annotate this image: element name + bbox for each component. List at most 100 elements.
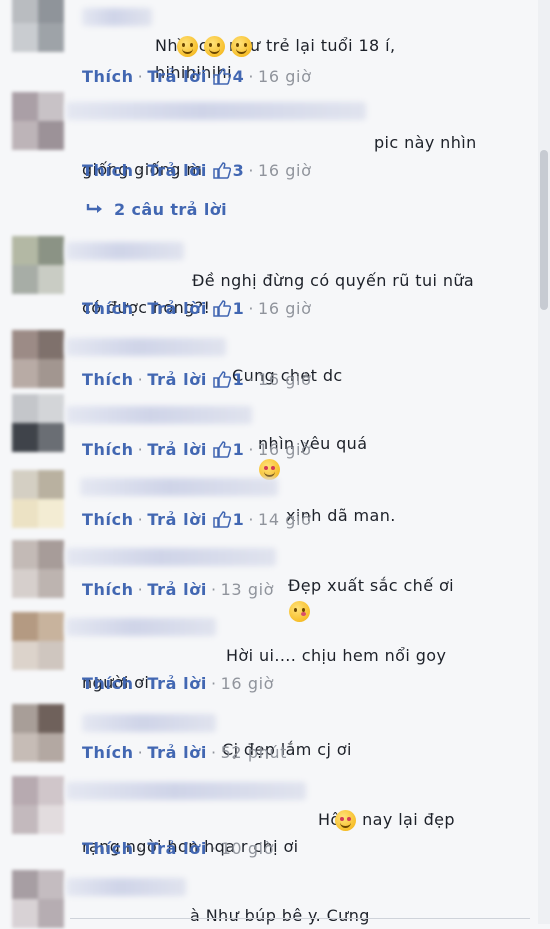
reply-link[interactable]: Trả lời: [147, 580, 207, 599]
view-replies-link[interactable]: 2 câu trả lời: [86, 200, 227, 219]
comment-actions: Thích · Trả lời 1 · 16 giờ: [82, 369, 311, 391]
comment-actions: Thích · Trả lời · 16 giờ: [82, 673, 274, 695]
reply-link[interactable]: Trả lời: [147, 510, 207, 529]
separator: ·: [248, 299, 255, 318]
replies-count[interactable]: 2 câu trả lời: [114, 200, 227, 219]
timestamp[interactable]: 10 giờ: [221, 839, 274, 858]
like-link[interactable]: Thích: [82, 839, 134, 858]
like-count[interactable]: 3: [233, 161, 245, 180]
smile-emoji-icon: [204, 36, 226, 57]
separator: ·: [137, 743, 144, 762]
emoji-group: [176, 36, 253, 57]
like-link[interactable]: Thích: [82, 743, 134, 762]
scrollbar-thumb[interactable]: [540, 150, 548, 310]
avatar[interactable]: [12, 330, 64, 388]
comment-actions: Thích · Trả lời 1 · 16 giờ: [82, 298, 311, 320]
avatar[interactable]: [12, 776, 64, 834]
timestamp[interactable]: 16 giờ: [221, 674, 274, 693]
timestamp[interactable]: 16 giờ: [258, 370, 311, 389]
thumbs-up-icon[interactable]: [212, 300, 231, 317]
author-name[interactable]: [66, 878, 186, 896]
like-count[interactable]: 1: [233, 510, 245, 529]
timestamp[interactable]: 14 giờ: [258, 510, 311, 529]
avatar[interactable]: [12, 92, 64, 150]
thumbs-up-icon[interactable]: [212, 68, 231, 85]
like-count[interactable]: 1: [233, 299, 245, 318]
comment-text: à Như búp bê y. Cưng: [190, 875, 550, 929]
smile-emoji-icon: [231, 36, 253, 57]
timestamp[interactable]: 13 giờ: [221, 580, 274, 599]
timestamp[interactable]: 52 phút: [221, 743, 287, 762]
reply-link[interactable]: Trả lời: [147, 743, 207, 762]
author-name[interactable]: [80, 478, 278, 496]
reply-link[interactable]: Trả lời: [147, 674, 207, 693]
timestamp[interactable]: 16 giờ: [258, 67, 311, 86]
author-name[interactable]: [82, 714, 216, 732]
like-count[interactable]: 4: [233, 67, 245, 86]
separator: ·: [137, 370, 144, 389]
separator: ·: [248, 370, 255, 389]
comment-text-content: à Như búp bê y. Cưng: [190, 906, 370, 925]
separator: ·: [248, 510, 255, 529]
timestamp[interactable]: 16 giờ: [258, 161, 311, 180]
thumbs-up-icon[interactable]: [212, 162, 231, 179]
avatar[interactable]: [12, 394, 64, 452]
reply-link[interactable]: Trả lời: [147, 370, 207, 389]
separator: ·: [248, 440, 255, 459]
separator: ·: [248, 161, 255, 180]
reply-link[interactable]: Trả lời: [147, 440, 207, 459]
like-count[interactable]: 1: [233, 370, 245, 389]
separator: ·: [137, 299, 144, 318]
avatar[interactable]: [12, 470, 64, 528]
separator: ·: [210, 674, 217, 693]
thumbs-up-icon[interactable]: [212, 371, 231, 388]
comment: Hời ui.... chịu hem nổi goy người ơi Thí…: [0, 608, 550, 704]
separator: ·: [210, 839, 217, 858]
avatar[interactable]: [12, 870, 64, 928]
heart-eyes-emoji-icon: [335, 810, 356, 831]
reply-link[interactable]: Trả lời: [147, 299, 207, 318]
author-name[interactable]: [66, 548, 276, 566]
like-link[interactable]: Thích: [82, 580, 134, 599]
separator: ·: [137, 839, 144, 858]
author-name[interactable]: [66, 338, 226, 356]
divider: [70, 918, 530, 919]
timestamp[interactable]: 16 giờ: [258, 299, 311, 318]
avatar[interactable]: [12, 540, 64, 598]
separator: ·: [248, 67, 255, 86]
comment: nhìn yêu quá Thích · Trả lời 1 · 16 giờ: [0, 394, 550, 480]
comment-actions: Thích · Trả lời 4 · 16 giờ: [82, 66, 311, 88]
author-name[interactable]: [82, 8, 152, 26]
avatar[interactable]: [12, 612, 64, 670]
avatar[interactable]: [12, 236, 64, 294]
comment: à Như búp bê y. Cưng: [0, 866, 550, 928]
comment-actions: Thích · Trả lời 1 · 16 giờ: [82, 439, 311, 461]
thumbs-up-icon[interactable]: [212, 441, 231, 458]
reply-link[interactable]: Trả lời: [147, 839, 207, 858]
like-link[interactable]: Thích: [82, 67, 134, 86]
comment: Hôm nay lại đẹp rạng ngời hơn hqa r chị …: [0, 774, 550, 866]
scrollbar[interactable]: [538, 0, 550, 924]
comment: xinh dã man. Thích · Trả lời 1 · 14 giờ: [0, 468, 550, 538]
thumbs-up-icon[interactable]: [212, 511, 231, 528]
comment-actions: Thích · Trả lời 1 · 14 giờ: [82, 509, 311, 531]
avatar[interactable]: [12, 704, 64, 762]
reply-link[interactable]: Trả lời: [147, 67, 207, 86]
comment: Nhìn chị như trẻ lại tuổi 18 í, hihihihi…: [0, 0, 550, 92]
like-link[interactable]: Thích: [82, 510, 134, 529]
like-link[interactable]: Thích: [82, 674, 134, 693]
timestamp[interactable]: 16 giờ: [258, 440, 311, 459]
like-count[interactable]: 1: [233, 440, 245, 459]
comment-actions: Thích · Trả lời 3 · 16 giờ: [82, 160, 311, 182]
like-link[interactable]: Thích: [82, 440, 134, 459]
like-link[interactable]: Thích: [82, 370, 134, 389]
reply-arrow-icon: [86, 204, 102, 213]
author-name[interactable]: [66, 406, 252, 424]
like-link[interactable]: Thích: [82, 161, 134, 180]
comment: Cj đẹp lắm cj ơi Thích · Trả lời · 52 phút: [0, 704, 550, 774]
separator: ·: [210, 580, 217, 599]
comment-text: pic này nhìn giống giống m: [82, 102, 522, 210]
like-link[interactable]: Thích: [82, 299, 134, 318]
reply-link[interactable]: Trả lời: [147, 161, 207, 180]
avatar[interactable]: [12, 0, 64, 52]
